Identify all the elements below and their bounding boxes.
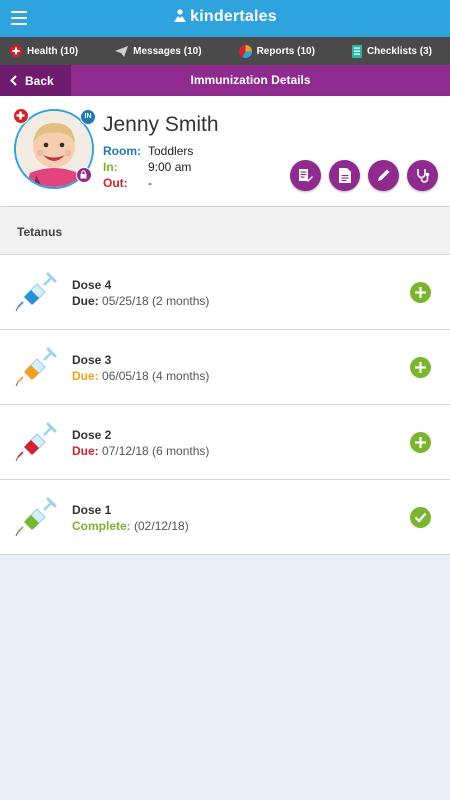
dose-status: Due: 06/05/18 (4 months) bbox=[72, 369, 209, 383]
child-profile-card: IN Jenny Smith Room: Toddlers In: 9:00 a… bbox=[0, 96, 450, 206]
plus-icon bbox=[415, 362, 426, 373]
pencil-icon bbox=[377, 169, 390, 182]
nav-messages-label: Messages (10) bbox=[133, 45, 202, 57]
complete-check-icon bbox=[410, 507, 431, 528]
send-icon bbox=[115, 45, 129, 57]
in-label: In: bbox=[103, 160, 118, 174]
title-bar: Back Immunization Details bbox=[0, 65, 450, 96]
dose-name: Dose 3 bbox=[72, 353, 112, 367]
edit-notes-icon bbox=[299, 169, 313, 182]
syringe-icon bbox=[15, 497, 57, 537]
chevron-left-icon bbox=[10, 75, 17, 86]
dose-name: Dose 1 bbox=[72, 503, 112, 517]
edit-button[interactable] bbox=[368, 160, 399, 191]
dose-list: Dose 4 Due: 05/25/18 (2 months) Dose 3 D… bbox=[0, 255, 450, 555]
page-title: Immunization Details bbox=[190, 73, 311, 87]
plus-icon bbox=[415, 437, 426, 448]
profile-actions bbox=[290, 160, 438, 191]
add-dose-button[interactable] bbox=[410, 282, 431, 303]
edit-notes-button[interactable] bbox=[290, 160, 321, 191]
nav-reports[interactable]: Reports (10) bbox=[238, 44, 315, 58]
dose-status-value: 05/25/18 (2 months) bbox=[102, 294, 210, 308]
kindertales-logo-icon bbox=[174, 9, 187, 22]
nav-health-label: Health (10) bbox=[27, 45, 79, 57]
pie-chart-icon bbox=[238, 44, 252, 58]
in-time: 9:00 am bbox=[148, 160, 192, 174]
vaccine-name: Tetanus bbox=[17, 225, 63, 239]
attendance-info: Room: Toddlers In: 9:00 am Out: - bbox=[103, 144, 193, 192]
nav-messages[interactable]: Messages (10) bbox=[115, 45, 202, 57]
lock-icon bbox=[76, 167, 92, 183]
health-button[interactable] bbox=[407, 160, 438, 191]
room-row: Room: Toddlers bbox=[103, 144, 193, 160]
dose-status-value: 06/05/18 (4 months) bbox=[102, 369, 210, 383]
health-alert-icon bbox=[13, 108, 29, 124]
syringe-icon bbox=[15, 272, 57, 312]
dose-name: Dose 2 bbox=[72, 428, 112, 442]
add-dose-button[interactable] bbox=[410, 357, 431, 378]
dose-status: Complete: (02/12/18) bbox=[72, 519, 189, 533]
avatar-container: IN bbox=[13, 108, 96, 189]
room-label: Room: bbox=[103, 144, 141, 158]
list-item[interactable]: Dose 2 Due: 07/12/18 (6 months) bbox=[0, 405, 450, 480]
dose-status-value: (02/12/18) bbox=[134, 519, 189, 533]
document-icon bbox=[338, 168, 351, 183]
dose-status-label: Due: bbox=[72, 444, 99, 458]
syringe-icon bbox=[15, 347, 57, 387]
section-nav: Health (10) Messages (10) Reports (10) C… bbox=[0, 37, 450, 65]
in-row: In: 9:00 am bbox=[103, 160, 193, 176]
list-item[interactable]: Dose 3 Due: 06/05/18 (4 months) bbox=[0, 330, 450, 405]
dose-status-label: Due: bbox=[72, 369, 99, 383]
room-value: Toddlers bbox=[148, 144, 194, 158]
out-time: - bbox=[148, 176, 152, 190]
dose-status-value: 07/12/18 (6 months) bbox=[102, 444, 210, 458]
nav-health[interactable]: Health (10) bbox=[10, 45, 78, 57]
plus-icon bbox=[415, 287, 426, 298]
syringe-icon bbox=[15, 422, 57, 462]
app-header: kindertales bbox=[0, 0, 450, 37]
add-dose-button[interactable] bbox=[410, 432, 431, 453]
brand-name: kindertales bbox=[190, 8, 277, 25]
stethoscope-icon bbox=[416, 169, 429, 183]
nav-checklists-label: Checklists (3) bbox=[366, 45, 432, 57]
brand: kindertales bbox=[0, 8, 450, 26]
dose-status: Due: 07/12/18 (6 months) bbox=[72, 444, 209, 458]
dose-status-label: Due: bbox=[72, 294, 99, 308]
child-name: Jenny Smith bbox=[103, 113, 219, 136]
nav-reports-label: Reports (10) bbox=[256, 45, 315, 57]
vaccine-section-header: Tetanus bbox=[0, 207, 450, 255]
back-label: Back bbox=[25, 73, 54, 88]
dose-status: Due: 05/25/18 (2 months) bbox=[72, 294, 209, 308]
health-icon bbox=[10, 45, 22, 57]
back-button[interactable]: Back bbox=[0, 65, 71, 96]
list-item[interactable]: Dose 4 Due: 05/25/18 (2 months) bbox=[0, 255, 450, 330]
list-item[interactable]: Dose 1 Complete: (02/12/18) bbox=[0, 480, 450, 555]
out-row: Out: - bbox=[103, 176, 193, 192]
dose-status-label: Complete: bbox=[72, 519, 131, 533]
check-icon bbox=[414, 512, 427, 523]
nav-checklists[interactable]: Checklists (3) bbox=[351, 44, 432, 58]
document-button[interactable] bbox=[329, 160, 360, 191]
out-label: Out: bbox=[103, 176, 128, 190]
checklist-icon bbox=[351, 44, 362, 58]
dose-name: Dose 4 bbox=[72, 278, 112, 292]
checked-in-badge: IN bbox=[80, 109, 96, 125]
